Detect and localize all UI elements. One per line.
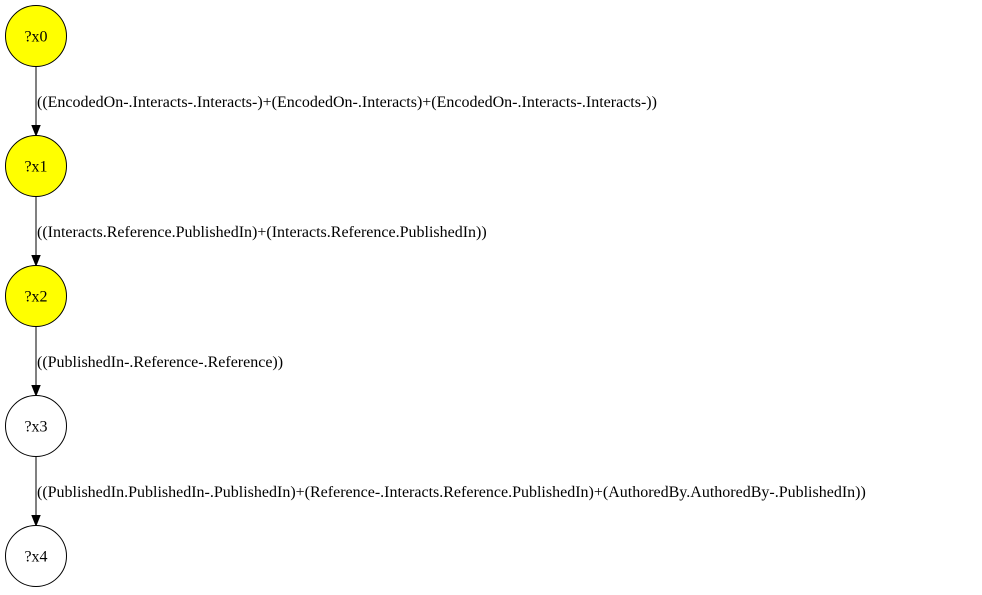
query-graph-diagram: ((EncodedOn-.Interacts-.Interacts-)+(Enc… <box>5 5 866 587</box>
node-label: ?x1 <box>24 159 47 176</box>
edge-label: ((Interacts.Reference.PublishedIn)+(Inte… <box>37 224 487 241</box>
edge-label: ((PublishedIn.PublishedIn-.PublishedIn)+… <box>37 484 866 501</box>
edge-label: ((PublishedIn-.Reference-.Reference)) <box>37 354 283 371</box>
node-x2[interactable]: ?x2 <box>5 265 67 327</box>
edge-x3-x4: ((PublishedIn.PublishedIn-.PublishedIn)+… <box>31 456 866 527</box>
edge-x0-x1: ((EncodedOn-.Interacts-.Interacts-)+(Enc… <box>31 66 657 137</box>
arrowhead-icon <box>31 125 41 137</box>
node-label: ?x0 <box>24 29 47 46</box>
edge-x1-x2: ((Interacts.Reference.PublishedIn)+(Inte… <box>31 196 487 267</box>
node-x1[interactable]: ?x1 <box>5 135 67 197</box>
arrowhead-icon <box>31 385 41 397</box>
arrowhead-icon <box>31 515 41 527</box>
node-x0[interactable]: ?x0 <box>5 5 67 67</box>
node-x4[interactable]: ?x4 <box>5 525 67 587</box>
edge-label: ((EncodedOn-.Interacts-.Interacts-)+(Enc… <box>37 94 657 111</box>
node-label: ?x3 <box>24 419 47 436</box>
node-x3[interactable]: ?x3 <box>5 395 67 457</box>
node-label: ?x2 <box>24 289 47 306</box>
edges-layer: ((EncodedOn-.Interacts-.Interacts-)+(Enc… <box>31 66 866 527</box>
arrowhead-icon <box>31 255 41 267</box>
edge-x2-x3: ((PublishedIn-.Reference-.Reference)) <box>31 326 283 397</box>
node-label: ?x4 <box>24 549 47 566</box>
